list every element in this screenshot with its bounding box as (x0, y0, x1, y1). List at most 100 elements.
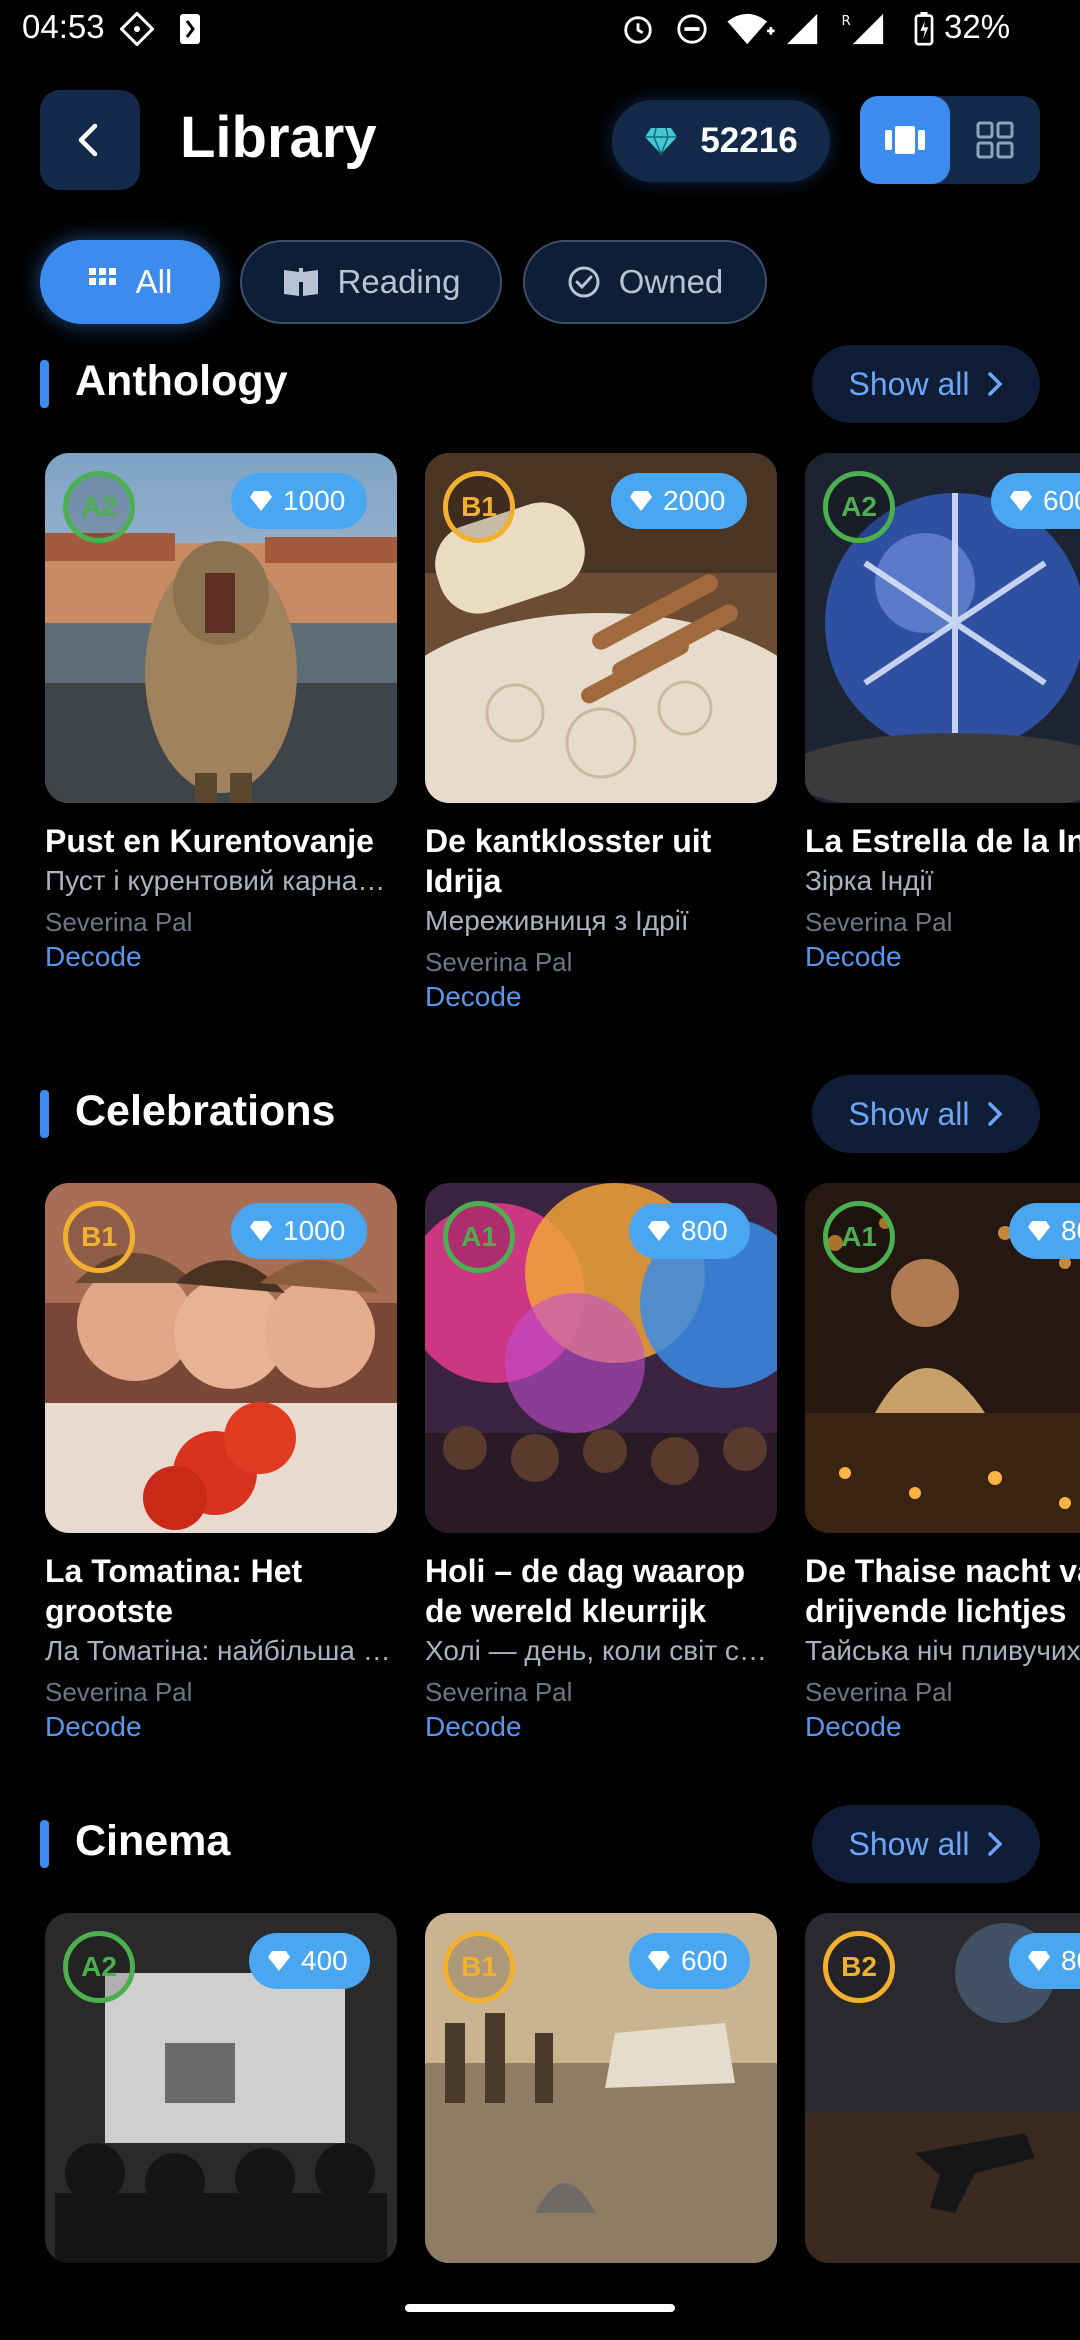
carousel-view-button[interactable] (860, 96, 950, 184)
filter-chip-label: All (135, 263, 173, 300)
decode-link[interactable]: Decode (45, 941, 142, 973)
price-pill: 800 (629, 1203, 750, 1259)
level-badge: B1 (63, 1201, 135, 1273)
filter-chip-label: Owned (618, 263, 724, 300)
decode-link[interactable]: Decode (805, 1711, 902, 1743)
carousel-view-icon (885, 126, 925, 154)
card-title: De Thaise nacht van drijvende lichtjes (805, 1553, 1080, 1629)
status-bar: 04:53 R 32% (0, 0, 1080, 60)
gem-balance-value: 52216 (700, 121, 798, 160)
signal-icon (787, 13, 818, 45)
gem-icon (648, 1951, 670, 1971)
show-all-button[interactable]: Show all (812, 1075, 1040, 1153)
filter-chip-owned[interactable]: Owned (523, 240, 767, 324)
card-title: Holi – de dag waarop de wereld kleurrijk… (425, 1553, 746, 1629)
section-accent-bar (40, 360, 49, 408)
price-value: 600 (1043, 485, 1080, 516)
open-book-icon (283, 268, 318, 296)
card-author: Severina Pal (45, 907, 193, 937)
card-author: Severina Pal (805, 907, 953, 937)
home-indicator[interactable] (405, 2304, 675, 2312)
section-accent-bar (40, 1820, 49, 1868)
price-pill: 600 (629, 1933, 750, 1989)
card-subtitle: Холі — день, коли світ стає кольоровим (425, 1635, 777, 1666)
price-value: 2000 (663, 485, 726, 516)
price-value: 800 (681, 1215, 728, 1246)
card-subtitle: Тайська ніч пливучих вогників (805, 1635, 1080, 1666)
show-all-label: Show all (848, 1095, 970, 1132)
level-badge: B1 (443, 1931, 515, 2003)
do-not-disturb-icon (677, 14, 707, 44)
card-subtitle: Мереживниця з Ідрії (425, 905, 689, 936)
filter-chip-reading[interactable]: Reading (240, 240, 502, 324)
price-pill: 800 (1009, 1933, 1080, 1989)
status-time: 04:53 (22, 8, 105, 45)
filter-chip-label: Reading (337, 263, 461, 300)
price-value: 600 (681, 1945, 728, 1976)
price-pill: 400 (249, 1933, 370, 1989)
story-card[interactable]: B1 2000 De kantklosster uit Idrija Мереж… (425, 453, 777, 1012)
story-card[interactable]: B1 600 (425, 1913, 777, 2263)
price-value: 400 (301, 1945, 348, 1976)
gem-balance[interactable]: 52216 (612, 100, 830, 182)
price-pill: 800 (1009, 1203, 1080, 1259)
battery-percent: 32% (944, 8, 1011, 45)
story-card[interactable]: A2 400 (45, 1913, 397, 2263)
gem-icon (630, 491, 652, 511)
decode-link[interactable]: Decode (45, 1711, 142, 1743)
decode-link[interactable]: Decode (805, 941, 902, 973)
price-pill: 600 (991, 473, 1080, 529)
story-card[interactable]: B2 800 (805, 1913, 1080, 2263)
story-card[interactable]: A1 800 Holi – de dag waarop de wereld kl… (425, 1183, 777, 1742)
page-title: Library (180, 105, 377, 170)
price-pill: 2000 (611, 473, 748, 529)
card-title: De kantklosster uit Idrija (425, 823, 712, 899)
grid-view-icon (976, 121, 1014, 159)
roaming-signal-icon: R (842, 13, 884, 45)
library-screen: 04:53 R 32% Library 52216 All Reading Ow… (0, 0, 1080, 2340)
card-title: Pust en Kurentovanje (45, 823, 374, 859)
card-author: Severina Pal (45, 1677, 193, 1707)
grid-dots-icon (88, 268, 116, 285)
section-title: Celebrations (75, 1087, 336, 1135)
chevron-right-icon (988, 1102, 1003, 1126)
section-title: Cinema (75, 1817, 231, 1865)
story-card[interactable]: B1 1000 La Tomatina: Het grootste voedse… (45, 1183, 397, 1742)
story-card[interactable]: A1 800 De Thaise nacht van drijvende lic… (805, 1183, 1080, 1742)
decode-link[interactable]: Decode (425, 1711, 522, 1743)
level-badge: B1 (443, 471, 515, 543)
alarm-icon (624, 16, 652, 44)
price-value: 800 (1061, 1215, 1080, 1246)
card-author: Severina Pal (425, 1677, 573, 1707)
chevron-left-icon (78, 123, 98, 157)
level-badge: A2 (63, 1931, 135, 2003)
back-button[interactable] (40, 90, 140, 190)
gem-icon (250, 1221, 272, 1241)
file-icon (180, 14, 200, 44)
card-subtitle: Пуст і курентовий карнавал (45, 865, 397, 896)
check-circle-icon (568, 266, 600, 298)
card-author: Severina Pal (425, 947, 573, 977)
gem-icon (1028, 1221, 1050, 1241)
level-badge: A2 (823, 471, 895, 543)
grid-view-button[interactable] (950, 96, 1040, 184)
svg-text:R: R (842, 14, 851, 29)
show-all-label: Show all (848, 365, 970, 402)
card-subtitle: Зірка Індії (805, 865, 934, 896)
show-all-button[interactable]: Show all (812, 1805, 1040, 1883)
battery-charging-icon (914, 12, 934, 46)
show-all-label: Show all (848, 1825, 970, 1862)
card-author: Severina Pal (805, 1677, 953, 1707)
decode-link[interactable]: Decode (425, 981, 522, 1013)
show-all-button[interactable]: Show all (812, 345, 1040, 423)
price-value: 1000 (283, 1215, 346, 1246)
filter-chip-all[interactable]: All (40, 240, 220, 324)
story-card[interactable]: A2 1000 Pust en Kurentovanje Пуст і куре… (45, 453, 397, 972)
price-pill: 1000 (231, 473, 368, 529)
section-title: Anthology (75, 357, 288, 405)
wifi-icon (727, 13, 775, 45)
gem-icon (648, 1221, 670, 1241)
gem-icon (250, 491, 272, 511)
story-card[interactable]: A2 600 La Estrella de la India Зірка Інд… (805, 453, 1080, 972)
level-badge: A2 (63, 471, 135, 543)
